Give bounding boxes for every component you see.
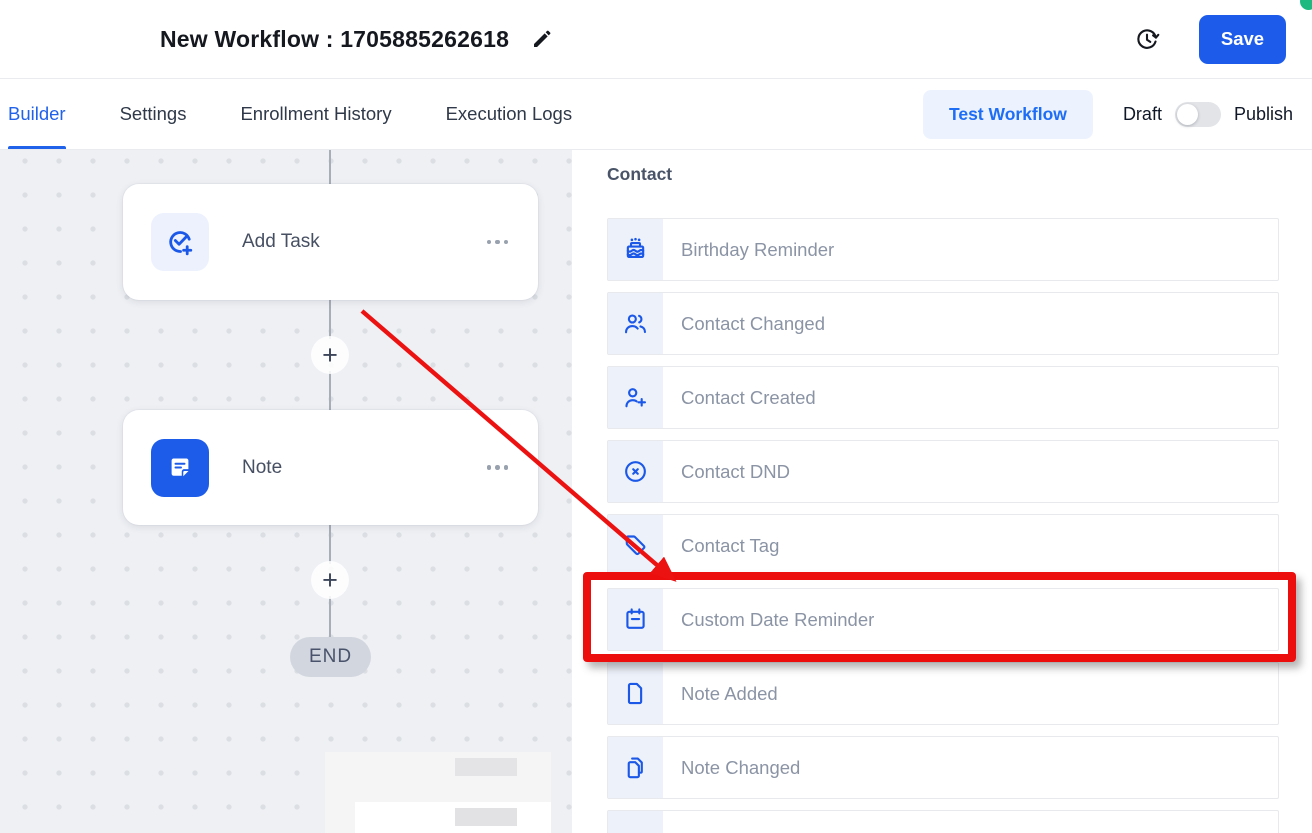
tag-icon xyxy=(622,532,649,559)
trigger-contact-changed[interactable]: Contact Changed xyxy=(607,292,1279,355)
trigger-note-added[interactable]: Note Added xyxy=(607,662,1279,725)
publish-toggle[interactable] xyxy=(1174,101,1221,127)
icon-col xyxy=(608,515,663,576)
trigger-label: Contact Created xyxy=(681,386,816,408)
header-right: Save xyxy=(1133,0,1312,64)
tabbar-right: Test Workflow Draft Publish xyxy=(922,89,1293,139)
trigger-list: Birthday Reminder Contact Changed Contac… xyxy=(607,218,1279,833)
connector-line xyxy=(329,525,331,564)
add-task-icon-tile xyxy=(151,213,209,271)
connector-line xyxy=(329,300,331,339)
tab-bar: Builder Settings Enrollment History Exec… xyxy=(0,78,1312,150)
trigger-contact-created[interactable]: Contact Created xyxy=(607,366,1279,429)
task-check-plus-icon xyxy=(164,226,196,258)
node-label: Add Task xyxy=(242,231,320,252)
trigger-panel: Contact Birthday Reminder Contact Change… xyxy=(572,150,1312,833)
icon-col xyxy=(608,811,663,833)
connector-line xyxy=(329,596,331,637)
tab-execution-logs[interactable]: Execution Logs xyxy=(446,79,573,149)
skeleton-block xyxy=(455,808,517,826)
edit-title-button[interactable] xyxy=(531,28,553,50)
note-icon-tile xyxy=(151,438,209,497)
workflow-title: New Workflow : 1705885262618 xyxy=(160,25,510,52)
icon-col xyxy=(608,441,663,502)
add-step-button[interactable]: + xyxy=(311,336,349,374)
trigger-birthday-reminder[interactable]: Birthday Reminder xyxy=(607,218,1279,281)
documents-copy-icon xyxy=(622,754,649,781)
toggle-knob xyxy=(1176,103,1198,125)
draft-label: Draft xyxy=(1122,103,1162,124)
icon-col xyxy=(608,219,663,280)
skeleton-block xyxy=(455,758,517,776)
dnd-circle-x-icon xyxy=(622,458,649,485)
end-node: END xyxy=(290,637,371,677)
pencil-icon xyxy=(531,28,553,50)
trigger-contact-tag[interactable]: Contact Tag xyxy=(607,514,1279,577)
test-workflow-button[interactable]: Test Workflow xyxy=(922,89,1093,139)
note-icon xyxy=(165,453,195,483)
icon-col xyxy=(608,663,663,724)
main: Add Task + Note + END Contact Birthday R… xyxy=(0,150,1312,833)
document-icon xyxy=(622,680,649,707)
trigger-label: Custom Date Reminder xyxy=(681,608,875,630)
icon-col xyxy=(608,737,663,798)
node-add-task[interactable]: Add Task xyxy=(123,184,538,300)
publish-label: Publish xyxy=(1233,103,1293,124)
tab-settings[interactable]: Settings xyxy=(120,79,187,149)
title-wrap: New Workflow : 1705885262618 xyxy=(160,26,553,53)
icon-col xyxy=(608,367,663,428)
trigger-note-changed[interactable]: Note Changed xyxy=(607,736,1279,799)
clock-history-icon xyxy=(1133,25,1161,53)
add-step-button[interactable]: + xyxy=(311,561,349,599)
canvas-partial-card xyxy=(355,802,551,833)
node-note[interactable]: Note xyxy=(123,410,538,525)
unsaved-changes-dot xyxy=(1300,0,1312,10)
trigger-label: Contact DND xyxy=(681,460,790,482)
trigger-label: Contact Tag xyxy=(681,534,780,556)
calendar-icon xyxy=(622,606,649,633)
panel-heading: Contact xyxy=(607,164,673,184)
header: New Workflow : 1705885262618 Save xyxy=(0,0,1312,78)
version-history-button[interactable] xyxy=(1133,25,1161,53)
save-button[interactable]: Save xyxy=(1199,14,1286,64)
draft-publish-control: Draft Publish xyxy=(1122,101,1293,127)
connector-line xyxy=(329,150,331,184)
trigger-label: Note Changed xyxy=(681,756,801,778)
trigger-label: Contact Changed xyxy=(681,312,825,334)
tab-builder[interactable]: Builder xyxy=(8,79,66,149)
more-options-icon[interactable] xyxy=(485,234,511,251)
workflow-canvas[interactable]: Add Task + Note + END xyxy=(0,150,572,833)
node-label: Note xyxy=(242,456,283,478)
trigger-custom-date-reminder[interactable]: Custom Date Reminder xyxy=(607,588,1279,651)
trigger-label: Birthday Reminder xyxy=(681,238,835,260)
connector-line xyxy=(329,371,331,410)
workflow-builder-page: New Workflow : 1705885262618 Save Builde… xyxy=(0,0,1312,833)
tabs: Builder Settings Enrollment History Exec… xyxy=(8,79,572,149)
trigger-row-partial[interactable] xyxy=(607,810,1279,833)
icon-col xyxy=(608,589,663,650)
more-options-icon[interactable] xyxy=(485,459,511,476)
contacts-group-icon xyxy=(622,310,649,337)
tab-enrollment-history[interactable]: Enrollment History xyxy=(240,79,391,149)
birthday-cake-icon xyxy=(622,236,649,263)
icon-col xyxy=(608,293,663,354)
trigger-contact-dnd[interactable]: Contact DND xyxy=(607,440,1279,503)
person-add-icon xyxy=(622,384,649,411)
trigger-label: Note Added xyxy=(681,682,778,704)
